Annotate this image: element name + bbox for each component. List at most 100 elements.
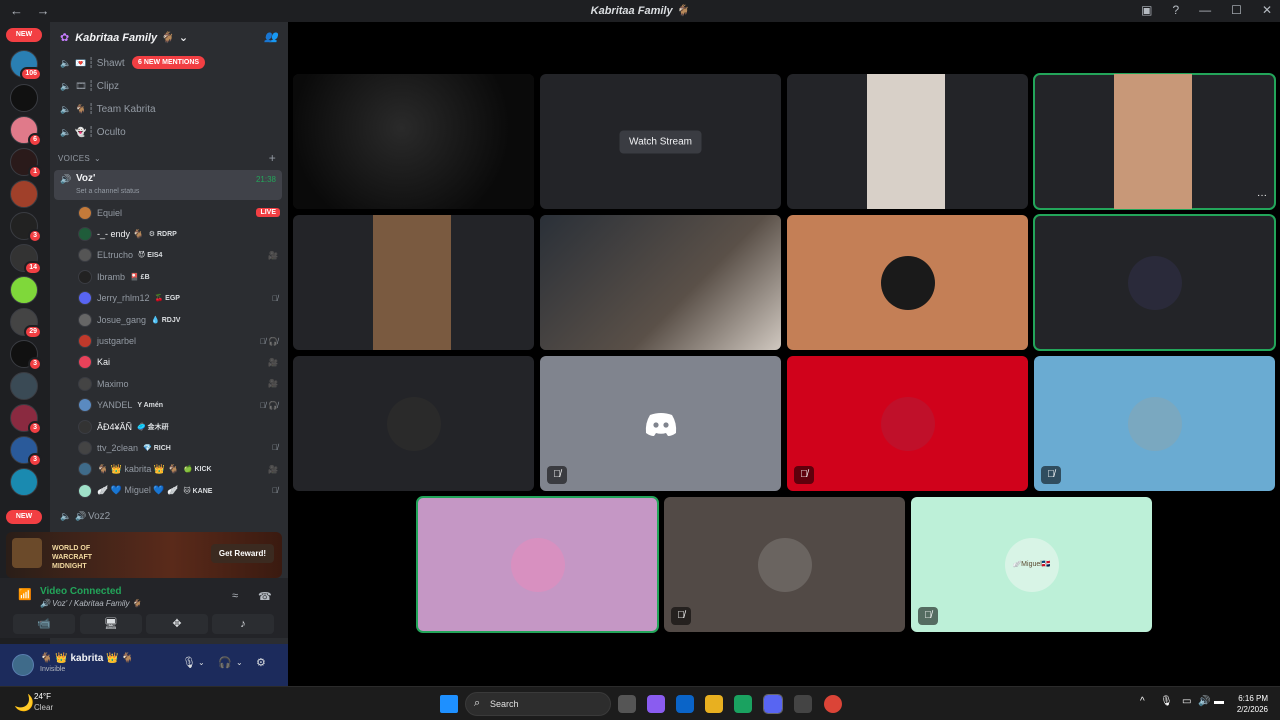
battery-icon[interactable]: ▬ [1214, 696, 1224, 707]
server-tag[interactable]: 💎 RICH [143, 444, 171, 452]
camera-button[interactable]: 📹 [13, 614, 75, 634]
voices-category[interactable]: VOICES ⌄ + [50, 148, 288, 168]
server-tag[interactable]: Y Amén [137, 402, 163, 409]
server-icon[interactable] [10, 372, 38, 400]
avatar[interactable] [12, 654, 34, 676]
weather-icon[interactable]: 🌙 [14, 693, 34, 713]
chevron-up-icon[interactable]: ^ [1140, 696, 1145, 707]
server-tag[interactable]: 😈 EIS4 [138, 251, 162, 259]
channel-item[interactable]: 🔈 🐐 ┆ Team Kabrita [50, 98, 288, 121]
soundboard-button[interactable]: ♪ [212, 614, 274, 634]
server-icon[interactable] [10, 180, 38, 208]
active-voice-channel[interactable]: 🔊 Voz' Set a channel status 21:38 [54, 170, 282, 200]
outlook-icon[interactable] [676, 695, 694, 713]
server-icon[interactable] [10, 84, 38, 112]
voice-member[interactable]: justgarbel 🎙̸ 🎧̸ [50, 330, 288, 351]
wifi-icon[interactable]: ▭ [1182, 696, 1191, 707]
more-options-icon[interactable]: ··· [1257, 190, 1267, 201]
participant-tile[interactable]: ··· [1033, 73, 1276, 210]
start-button-icon[interactable] [440, 695, 458, 713]
voice-member[interactable]: YANDEL Y Amén 🎙̸ 🎧̸ [50, 395, 288, 416]
inbox-icon[interactable]: ▣ [1141, 3, 1152, 17]
voice-member[interactable]: ttv_2clean 💎 RICH 🎙̸ [50, 437, 288, 458]
discord-taskbar-icon[interactable] [763, 694, 783, 714]
disconnect-icon[interactable]: ☎ [258, 590, 272, 603]
participant-tile[interactable]: 🎙̸ [1034, 356, 1275, 491]
voice-member[interactable]: Kai 🎥 [50, 352, 288, 373]
new-mentions-pill[interactable]: 6 NEW MENTIONS [132, 56, 206, 69]
participant-tile[interactable]: 🎙̸ [540, 356, 781, 491]
participant-tile[interactable]: 🎙̸ [664, 497, 905, 632]
server-tag[interactable]: 🎴 £B [130, 273, 150, 281]
server-icon[interactable]: 3 [10, 212, 42, 243]
microphone-tray-icon[interactable]: 🎙 [1160, 696, 1173, 707]
server-tag[interactable]: 🥏 金木研 [137, 422, 169, 432]
server-icon[interactable]: 1 [10, 148, 42, 179]
server-tag[interactable]: 🐱 KANE [183, 487, 212, 495]
voice-member[interactable]: 🪽 💙 Miguel 💙 🪽 🐱 KANE 🎙̸ [50, 480, 288, 501]
new-unreads-pill[interactable]: NEW [6, 28, 42, 42]
guild-header[interactable]: ✿ Kabritaa Family 🐐 ⌄ 👥 [50, 22, 288, 52]
promo-banner[interactable]: WORLD OF WARCRAFT MIDNIGHT Get Reward! [6, 532, 282, 578]
chevron-down-icon[interactable]: ⌄ [198, 658, 205, 667]
temperature[interactable]: 24°F [34, 692, 51, 701]
volume-icon[interactable]: 🔊 [1198, 696, 1210, 707]
watch-stream-button[interactable]: Watch Stream [619, 130, 702, 153]
channel-item[interactable]: 🔈 🎞 ┆ Clipz [50, 75, 288, 98]
channel-status[interactable]: Set a channel status [76, 188, 139, 195]
participant-tile[interactable] [787, 74, 1028, 209]
participant-tile[interactable] [293, 356, 534, 491]
participant-tile[interactable] [1033, 214, 1276, 351]
file-explorer-icon[interactable] [705, 695, 723, 713]
server-tag[interactable]: 🍒 EGP [155, 294, 180, 302]
participant-tile[interactable] [293, 74, 534, 209]
noise-suppression-icon[interactable]: ≈ [232, 590, 238, 602]
server-tag[interactable]: 🍏 KICK [184, 465, 212, 473]
server-icon[interactable] [10, 276, 38, 304]
maximize-button[interactable]: ☐ [1231, 3, 1242, 17]
create-channel-icon[interactable]: + [269, 151, 276, 165]
voice-connected-label[interactable]: Video Connected [40, 586, 122, 597]
participant-tile[interactable] [787, 215, 1028, 350]
participant-tile[interactable]: 🎙̸ [787, 356, 1028, 491]
server-icon[interactable]: 6 [10, 116, 42, 147]
server-tag[interactable]: ⚙ RDRP [149, 230, 177, 238]
stream-tile[interactable]: Watch Stream [540, 74, 781, 209]
participant-tile[interactable] [416, 496, 659, 633]
minimize-button[interactable]: — [1199, 3, 1211, 17]
chevron-down-icon[interactable]: ⌄ [236, 658, 243, 667]
voice-member[interactable]: 🐐 👑 kabrita 👑 🐐 🍏 KICK 🎥 [50, 459, 288, 480]
app-icon[interactable] [794, 695, 812, 713]
username[interactable]: 🐐 👑 kabrita 👑 🐐 [40, 653, 134, 664]
close-button[interactable]: ✕ [1262, 3, 1272, 17]
server-icon[interactable] [10, 468, 38, 496]
server-icon[interactable]: 3 [10, 404, 42, 435]
help-icon[interactable]: ? [1172, 3, 1179, 17]
voice-member[interactable]: Jerry_rhlm12 🍒 EGP 🎙̸ [50, 288, 288, 309]
settings-gear-icon[interactable]: ⚙ [256, 656, 266, 669]
microphone-icon[interactable]: 🎙 [182, 656, 196, 669]
task-view-icon[interactable] [618, 695, 636, 713]
server-icon[interactable]: 106 [10, 50, 42, 81]
server-icon[interactable]: 3 [10, 340, 42, 371]
activities-button[interactable]: ✥ [146, 614, 208, 634]
copilot-icon[interactable] [647, 695, 665, 713]
voice-member[interactable]: ELtrucho 😈 EIS4 🎥 [50, 245, 288, 266]
headphones-icon[interactable]: 🎧 [218, 656, 232, 669]
voice-member[interactable]: Equiel LIVE [50, 202, 288, 223]
voice-member[interactable]: Josue_gang 💧 RDJV [50, 309, 288, 330]
signal-icon[interactable]: 📶 [18, 588, 32, 601]
voice-member[interactable]: Ibramb 🎴 £B [50, 266, 288, 287]
participant-tile[interactable] [540, 215, 781, 350]
screen-share-button[interactable]: 🖥 [80, 614, 142, 634]
edge-icon[interactable] [734, 695, 752, 713]
server-tag[interactable]: 💧 RDJV [151, 316, 180, 324]
channel-item[interactable]: 🔈 💌 ┆ Shawt 6 NEW MENTIONS [50, 52, 288, 75]
participant-tile[interactable]: 🪽Miguel🇩🇴 🎙̸ [911, 497, 1152, 632]
search-box[interactable]: ⌕ Search [465, 692, 611, 716]
get-reward-button[interactable]: Get Reward! [210, 544, 274, 563]
voice-member[interactable]: ÂĐ4¥ĂÑ 🥏 金木研 [50, 416, 288, 437]
participant-tile[interactable] [293, 215, 534, 350]
chrome-icon[interactable] [824, 695, 842, 713]
voice-member[interactable]: -_- endy 🐐 ⚙ RDRP [50, 223, 288, 244]
